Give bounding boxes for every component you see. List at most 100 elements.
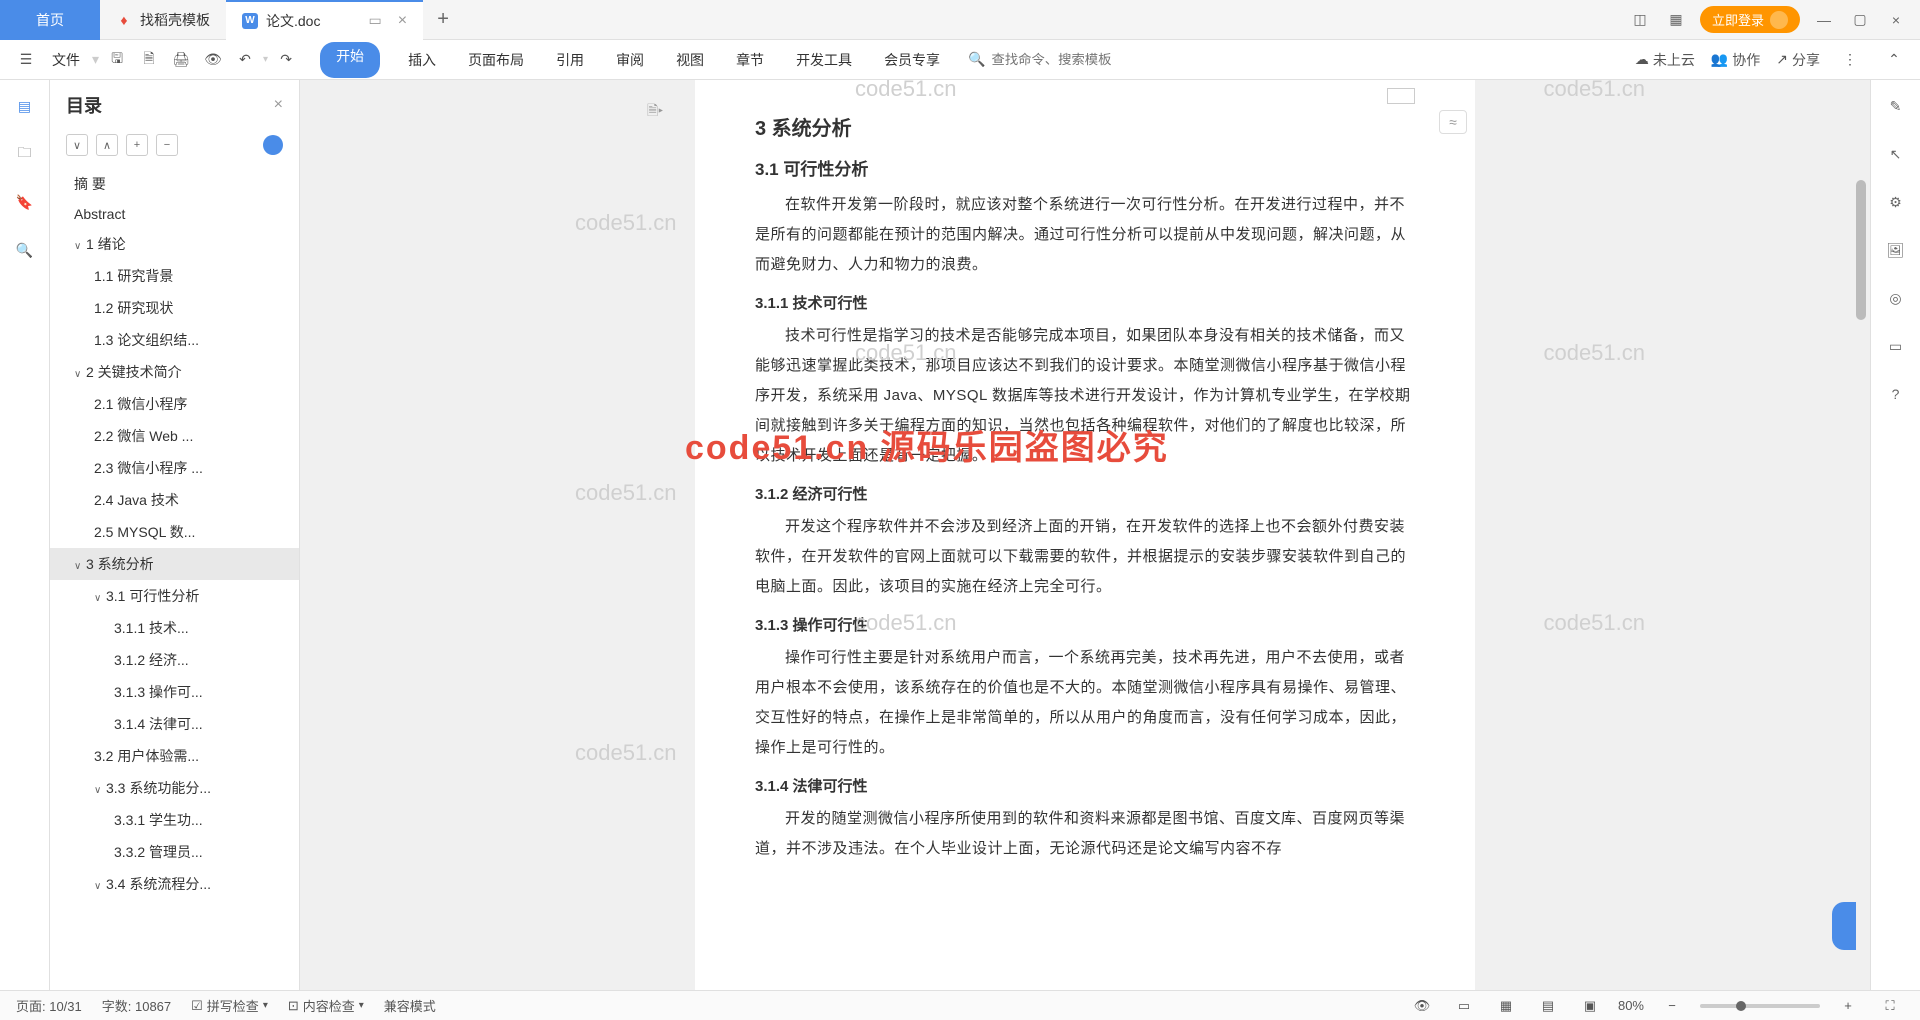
save-icon[interactable]: 🖫 — [103, 46, 131, 74]
menu-layout[interactable]: 页面布局 — [464, 42, 528, 78]
zoom-thumb[interactable] — [1736, 1001, 1746, 1011]
document-area[interactable]: 🗎▸ ≈ 3 系统分析 3.1 可行性分析 在软件开发第一阶段时，就应该对整个系… — [300, 80, 1870, 990]
content-check-button[interactable]: ⊡内容检查▾ — [288, 996, 364, 1015]
preview-icon[interactable]: 👁 — [199, 46, 227, 74]
minimize-icon[interactable]: — — [1812, 8, 1836, 32]
file-menu[interactable]: 文件 — [52, 50, 80, 70]
view-page-icon[interactable]: ▭ — [1450, 992, 1478, 1020]
zoom-slider[interactable] — [1700, 1004, 1820, 1008]
more-icon[interactable]: ⋮ — [1836, 46, 1864, 74]
chevron-down-icon[interactable]: ∨ — [94, 593, 106, 604]
outline-item[interactable]: 2.5 MYSQL 数... — [50, 516, 299, 548]
login-button[interactable]: 立即登录 — [1700, 6, 1800, 33]
outline-item[interactable]: 摘 要 — [50, 168, 299, 200]
outline-item[interactable]: 3.1.1 技术... — [50, 612, 299, 644]
new-icon[interactable]: 🗎 — [135, 46, 163, 74]
pen-icon[interactable]: ✎ — [1882, 92, 1910, 120]
scroll-thumb[interactable] — [1856, 180, 1866, 320]
outline-item[interactable]: ∨3.4 系统流程分... — [50, 868, 299, 900]
add-item-icon[interactable]: + — [126, 134, 148, 156]
outline-item[interactable]: ∨1 绪论 — [50, 228, 299, 260]
outline-item[interactable]: 1.3 论文组织结... — [50, 324, 299, 356]
cursor-icon[interactable]: ↖ — [1882, 140, 1910, 168]
chevron-up-icon[interactable]: ⌃ — [1880, 46, 1908, 74]
outline-item[interactable]: ∨3 系统分析 — [50, 548, 299, 580]
view-outline-icon[interactable]: ▤ — [1534, 992, 1562, 1020]
outline-item[interactable]: 1.1 研究背景 — [50, 260, 299, 292]
book-icon[interactable]: ▭ — [1882, 332, 1910, 360]
cloud-status[interactable]: ☁未上云 — [1635, 50, 1695, 70]
tab-home[interactable]: 首页 — [0, 0, 100, 40]
zoom-out-icon[interactable]: − — [1658, 992, 1686, 1020]
tab-template[interactable]: ♦ 找稻壳模板 — [100, 0, 226, 40]
eye-icon[interactable]: 👁 — [1408, 992, 1436, 1020]
menu-review[interactable]: 审阅 — [612, 42, 648, 78]
compat-mode[interactable]: 兼容模式 — [384, 996, 436, 1015]
status-page[interactable]: 页面: 10/31 — [16, 996, 82, 1015]
view-web-icon[interactable]: ▦ — [1492, 992, 1520, 1020]
chevron-down-icon[interactable]: ∨ — [74, 561, 86, 572]
close-icon[interactable]: × — [398, 12, 407, 30]
collapse-ribbon-icon[interactable]: ≈ — [1439, 110, 1467, 134]
tab-add[interactable]: + — [423, 0, 463, 40]
find-icon[interactable]: 🔍 — [11, 236, 39, 264]
scrollbar[interactable] — [1854, 80, 1868, 990]
close-panel-icon[interactable]: × — [274, 96, 283, 114]
maximize-icon[interactable]: ▢ — [1848, 8, 1872, 32]
fullscreen-icon[interactable]: ⛶ — [1876, 992, 1904, 1020]
window-mode-icon[interactable]: ▭ — [368, 12, 381, 29]
folder-icon[interactable]: 🗀 — [11, 140, 39, 168]
undo-icon[interactable]: ↶ — [231, 46, 259, 74]
outline-item[interactable]: 1.2 研究现状 — [50, 292, 299, 324]
target-icon[interactable]: ◎ — [1882, 284, 1910, 312]
outline-item[interactable]: ∨3.3 系统功能分... — [50, 772, 299, 804]
outline-item[interactable]: 3.1.2 经济... — [50, 644, 299, 676]
tab-document[interactable]: W 论文.doc ▭ × — [226, 0, 423, 40]
menu-view[interactable]: 视图 — [672, 42, 708, 78]
read-mode-icon[interactable]: ▣ — [1576, 992, 1604, 1020]
command-search[interactable]: 🔍 — [968, 51, 1151, 68]
redo-icon[interactable]: ↷ — [272, 46, 300, 74]
outline-item[interactable]: Abstract — [50, 200, 299, 228]
spellcheck-button[interactable]: ☑拼写检查▾ — [191, 996, 268, 1015]
outline-item[interactable]: 3.3.1 学生功... — [50, 804, 299, 836]
outline-item[interactable]: 2.1 微信小程序 — [50, 388, 299, 420]
zoom-in-icon[interactable]: + — [1834, 992, 1862, 1020]
chevron-down-icon[interactable]: ∨ — [94, 785, 106, 796]
layout-icon[interactable]: ◫ — [1628, 8, 1652, 32]
hamburger-icon[interactable]: ☰ — [12, 46, 40, 74]
print-icon[interactable]: 🖨 — [167, 46, 195, 74]
collab-button[interactable]: 👥协作 — [1711, 50, 1760, 70]
outline-item[interactable]: 2.4 Java 技术 — [50, 484, 299, 516]
outline-item[interactable]: 3.2 用户体验需... — [50, 740, 299, 772]
image-icon[interactable]: 🖼 — [1882, 236, 1910, 264]
outline-item[interactable]: 2.2 微信 Web ... — [50, 420, 299, 452]
status-words[interactable]: 字数: 10867 — [102, 996, 171, 1015]
chevron-down-icon[interactable]: ∨ — [74, 241, 86, 252]
outline-item[interactable]: 3.1.4 法律可... — [50, 708, 299, 740]
close-window-icon[interactable]: × — [1884, 8, 1908, 32]
side-tab-icon[interactable] — [1832, 902, 1856, 950]
outline-item[interactable]: 3.1.3 操作可... — [50, 676, 299, 708]
expand-all-icon[interactable]: ∧ — [96, 134, 118, 156]
outline-item[interactable]: ∨2 关键技术简介 — [50, 356, 299, 388]
outline-item[interactable]: ∨3.1 可行性分析 — [50, 580, 299, 612]
outline-item[interactable]: 2.3 微信小程序 ... — [50, 452, 299, 484]
outline-icon[interactable]: ▤ — [11, 92, 39, 120]
share-button[interactable]: ↗分享 — [1776, 50, 1820, 70]
menu-devtools[interactable]: 开发工具 — [792, 42, 856, 78]
help-icon[interactable]: ? — [1882, 380, 1910, 408]
chevron-down-icon[interactable]: ∨ — [94, 881, 106, 892]
menu-start[interactable]: 开始 — [320, 42, 380, 78]
search-input[interactable] — [992, 52, 1152, 67]
apps-icon[interactable]: ▦ — [1664, 8, 1688, 32]
remove-item-icon[interactable]: − — [156, 134, 178, 156]
outline-item[interactable]: 3.3.2 管理员... — [50, 836, 299, 868]
collapse-all-icon[interactable]: ∨ — [66, 134, 88, 156]
bookmark-icon[interactable]: 🔖 — [11, 188, 39, 216]
menu-references[interactable]: 引用 — [552, 42, 588, 78]
settings-slider-icon[interactable]: ⚙ — [1882, 188, 1910, 216]
zoom-level[interactable]: 80% — [1618, 998, 1644, 1013]
menu-member[interactable]: 会员专享 — [880, 42, 944, 78]
sync-badge-icon[interactable] — [263, 135, 283, 155]
